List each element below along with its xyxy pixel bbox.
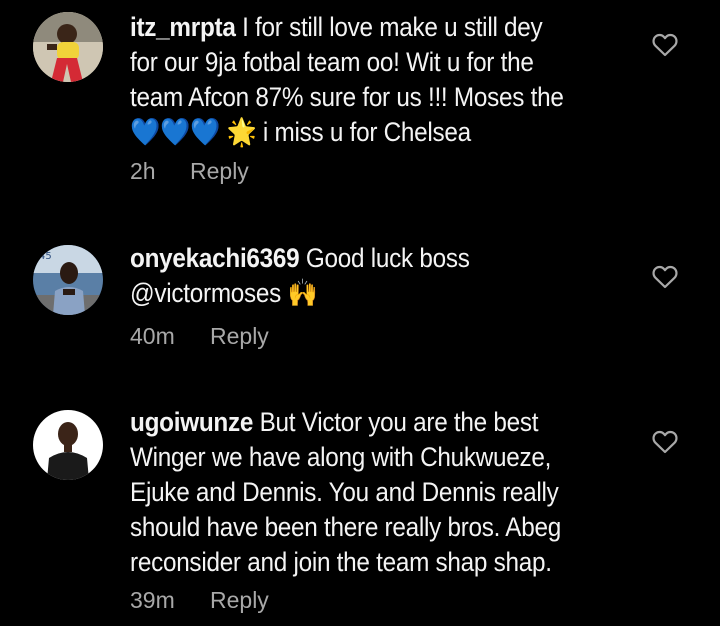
avatar[interactable] <box>33 410 103 480</box>
heart-outline-icon[interactable] <box>652 33 678 57</box>
avatar[interactable]: 45 <box>33 245 103 315</box>
comment-meta: 40m Reply <box>130 323 269 350</box>
comment-timestamp: 2h <box>130 158 156 184</box>
comment-text-line: team Afcon 87% sure for us !!! Moses the <box>130 82 564 112</box>
svg-text:45: 45 <box>39 251 52 262</box>
comment-text-line: Good luck boss <box>299 243 470 273</box>
blue-heart-emoji: 💙💙💙 <box>130 117 220 147</box>
heart-outline-icon[interactable] <box>652 430 678 454</box>
comment-timestamp: 40m <box>130 323 175 349</box>
comment-username[interactable]: ugoiwunze <box>130 407 253 437</box>
comment-username[interactable]: itz_mrpta <box>130 12 236 42</box>
comment-meta: 39m Reply <box>130 587 269 614</box>
comment-text-line: reconsider and join the team shap shap. <box>130 547 552 577</box>
comment-text-line: Winger we have along with Chukwueze, <box>130 442 552 472</box>
comment-text-line: I for still love make u still dey <box>235 12 543 42</box>
comment-text-line: But Victor you are the best <box>253 407 539 437</box>
mention-link[interactable]: @victormoses <box>130 278 281 308</box>
comment-meta: 2h Reply <box>130 158 249 185</box>
avatar[interactable] <box>33 12 103 82</box>
comment-text: ugoiwunze But Victor you are the best Wi… <box>130 405 630 580</box>
comment-timestamp: 39m <box>130 587 175 613</box>
comment-username[interactable]: onyekachi6369 <box>130 243 300 273</box>
comment-text-line: should have been there really bros. Abeg <box>130 512 561 542</box>
reply-button[interactable]: Reply <box>190 158 249 185</box>
comment-text-line: for our 9ja fotbal team oo! Wit u for th… <box>130 47 534 77</box>
reply-button[interactable]: Reply <box>210 323 269 350</box>
comment-text: itz_mrpta I for still love make u still … <box>130 10 630 150</box>
heart-outline-icon[interactable] <box>652 265 678 289</box>
raising-hands-emoji: 🙌 <box>287 278 318 308</box>
comment-text-line: Ejuke and Dennis. You and Dennis really <box>130 477 559 507</box>
reply-button[interactable]: Reply <box>210 587 269 614</box>
comment-text-line: i miss u for Chelsea <box>256 117 471 147</box>
glowing-star-emoji: 🌟 <box>226 117 257 147</box>
comment-text: onyekachi6369 Good luck boss @victormose… <box>130 241 630 311</box>
